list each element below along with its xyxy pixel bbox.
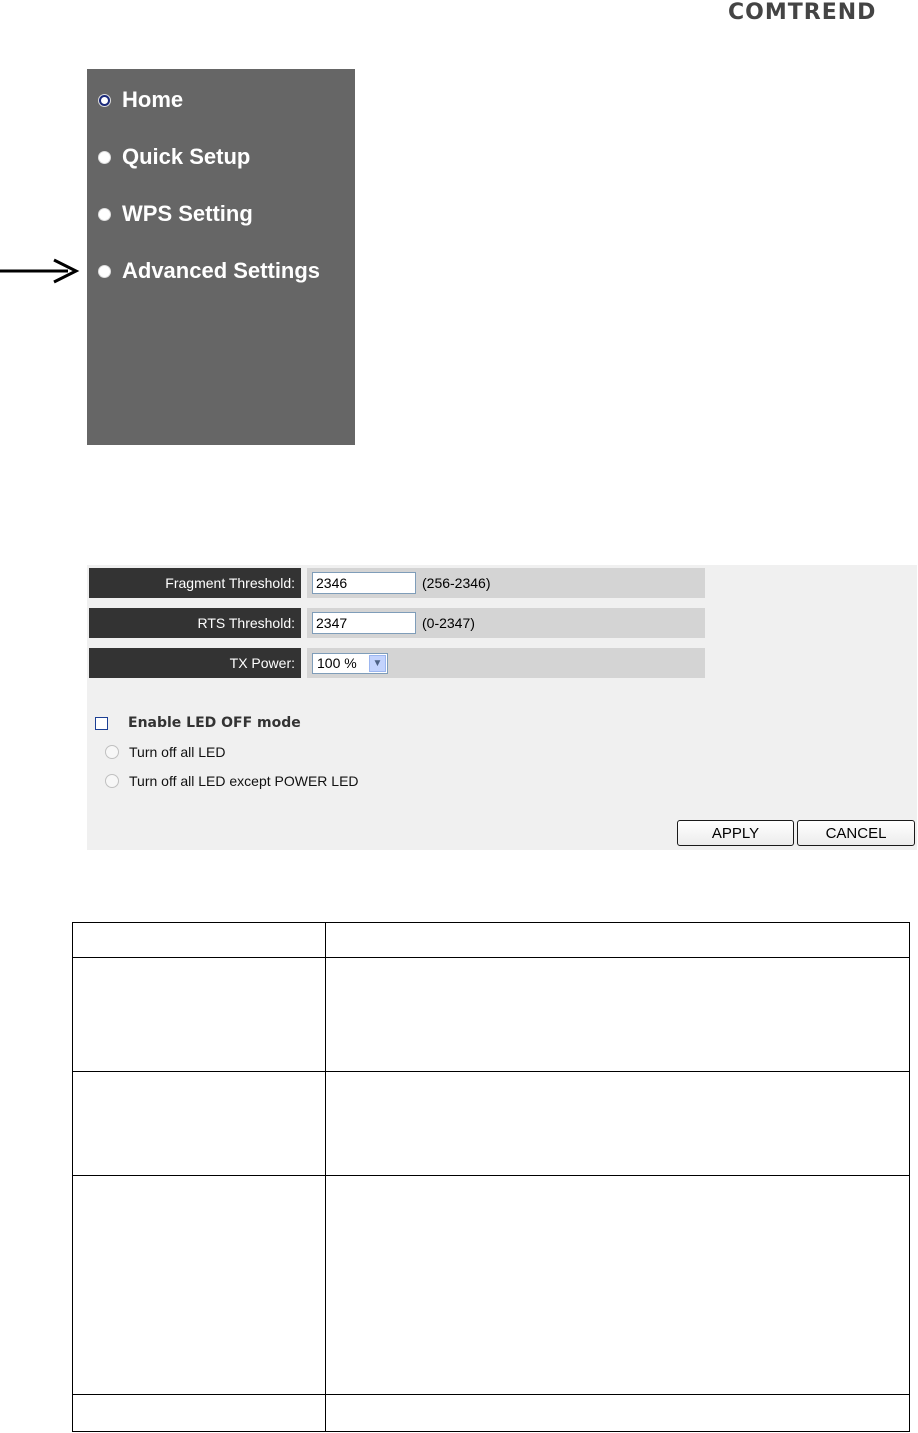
table-row	[72, 1071, 910, 1176]
chevron-down-icon[interactable]: ▼	[369, 654, 386, 672]
rts-threshold-label: RTS Threshold:	[89, 608, 301, 638]
menu-item-label: Advanced Settings	[122, 258, 321, 283]
menu-item-label: WPS Setting	[122, 201, 253, 226]
bullet-icon	[99, 208, 110, 220]
table-cell	[72, 957, 326, 1072]
menu-item-advanced-settings[interactable]: Advanced Settings	[99, 256, 320, 286]
fragment-threshold-input[interactable]	[312, 572, 416, 594]
menu-item-label: Quick Setup	[122, 144, 251, 169]
rts-threshold-input[interactable]	[312, 612, 416, 634]
table-row	[72, 1175, 910, 1395]
table-cell	[325, 1071, 910, 1176]
table-row	[72, 1394, 910, 1432]
tx-power-label: TX Power:	[89, 648, 301, 678]
menu-item-wps-setting[interactable]: WPS Setting	[99, 199, 253, 229]
fragment-threshold-label: Fragment Threshold:	[89, 568, 301, 598]
sidebar-menu: Home Quick Setup WPS Setting Advanced Se…	[87, 69, 355, 445]
menu-item-label: Home	[122, 87, 184, 112]
menu-item-quick-setup[interactable]: Quick Setup	[99, 142, 250, 172]
tx-power-selected: 100 %	[317, 655, 357, 671]
rts-threshold-row: RTS Threshold: (0-2347)	[89, 608, 705, 638]
apply-button[interactable]: APPLY	[677, 820, 794, 846]
turn-off-all-led-label: Turn off all LED	[129, 744, 226, 760]
cancel-button[interactable]: CANCEL	[797, 820, 915, 846]
turn-off-except-power-label: Turn off all LED except POWER LED	[129, 773, 359, 789]
tx-power-row: TX Power: 100 % ▼	[89, 648, 705, 678]
led-off-mode-checkbox[interactable]	[95, 716, 108, 730]
turn-off-except-power-radio[interactable]	[105, 774, 119, 788]
fragment-threshold-row: Fragment Threshold: (256-2346)	[89, 568, 705, 598]
table-cell	[325, 957, 910, 1072]
turn-off-all-led-radio[interactable]	[105, 745, 119, 759]
rts-threshold-hint: (0-2347)	[422, 615, 475, 631]
comtrend-logo: COMTREND	[728, 0, 877, 25]
rts-threshold-value-cell: (0-2347)	[307, 608, 705, 638]
turn-off-except-power-option: Turn off all LED except POWER LED	[105, 773, 359, 789]
turn-off-all-led-option: Turn off all LED	[105, 744, 226, 760]
table-row	[72, 922, 910, 958]
menu-item-home[interactable]: Home	[99, 85, 183, 115]
tx-power-value-cell: 100 % ▼	[307, 648, 705, 678]
table-cell	[325, 1394, 910, 1432]
fragment-threshold-hint: (256-2346)	[422, 575, 491, 591]
table-cell	[325, 1175, 910, 1395]
arrow-right-icon	[0, 258, 80, 284]
fragment-threshold-value-cell: (256-2346)	[307, 568, 705, 598]
table-cell	[72, 1175, 326, 1395]
table-cell	[325, 922, 910, 958]
bullet-icon	[99, 94, 110, 106]
led-off-mode-label: Enable LED OFF mode	[128, 715, 301, 731]
advanced-settings-panel: Fragment Threshold: (256-2346) RTS Thres…	[87, 565, 917, 850]
table-cell	[72, 922, 326, 958]
table-cell	[72, 1071, 326, 1176]
table-cell	[72, 1394, 326, 1432]
bullet-icon	[99, 265, 110, 277]
led-off-mode-option: Enable LED OFF mode	[95, 715, 301, 731]
description-table	[72, 922, 910, 1432]
tx-power-select[interactable]: 100 % ▼	[312, 652, 388, 674]
table-row	[72, 957, 910, 1072]
bullet-icon	[99, 151, 110, 163]
